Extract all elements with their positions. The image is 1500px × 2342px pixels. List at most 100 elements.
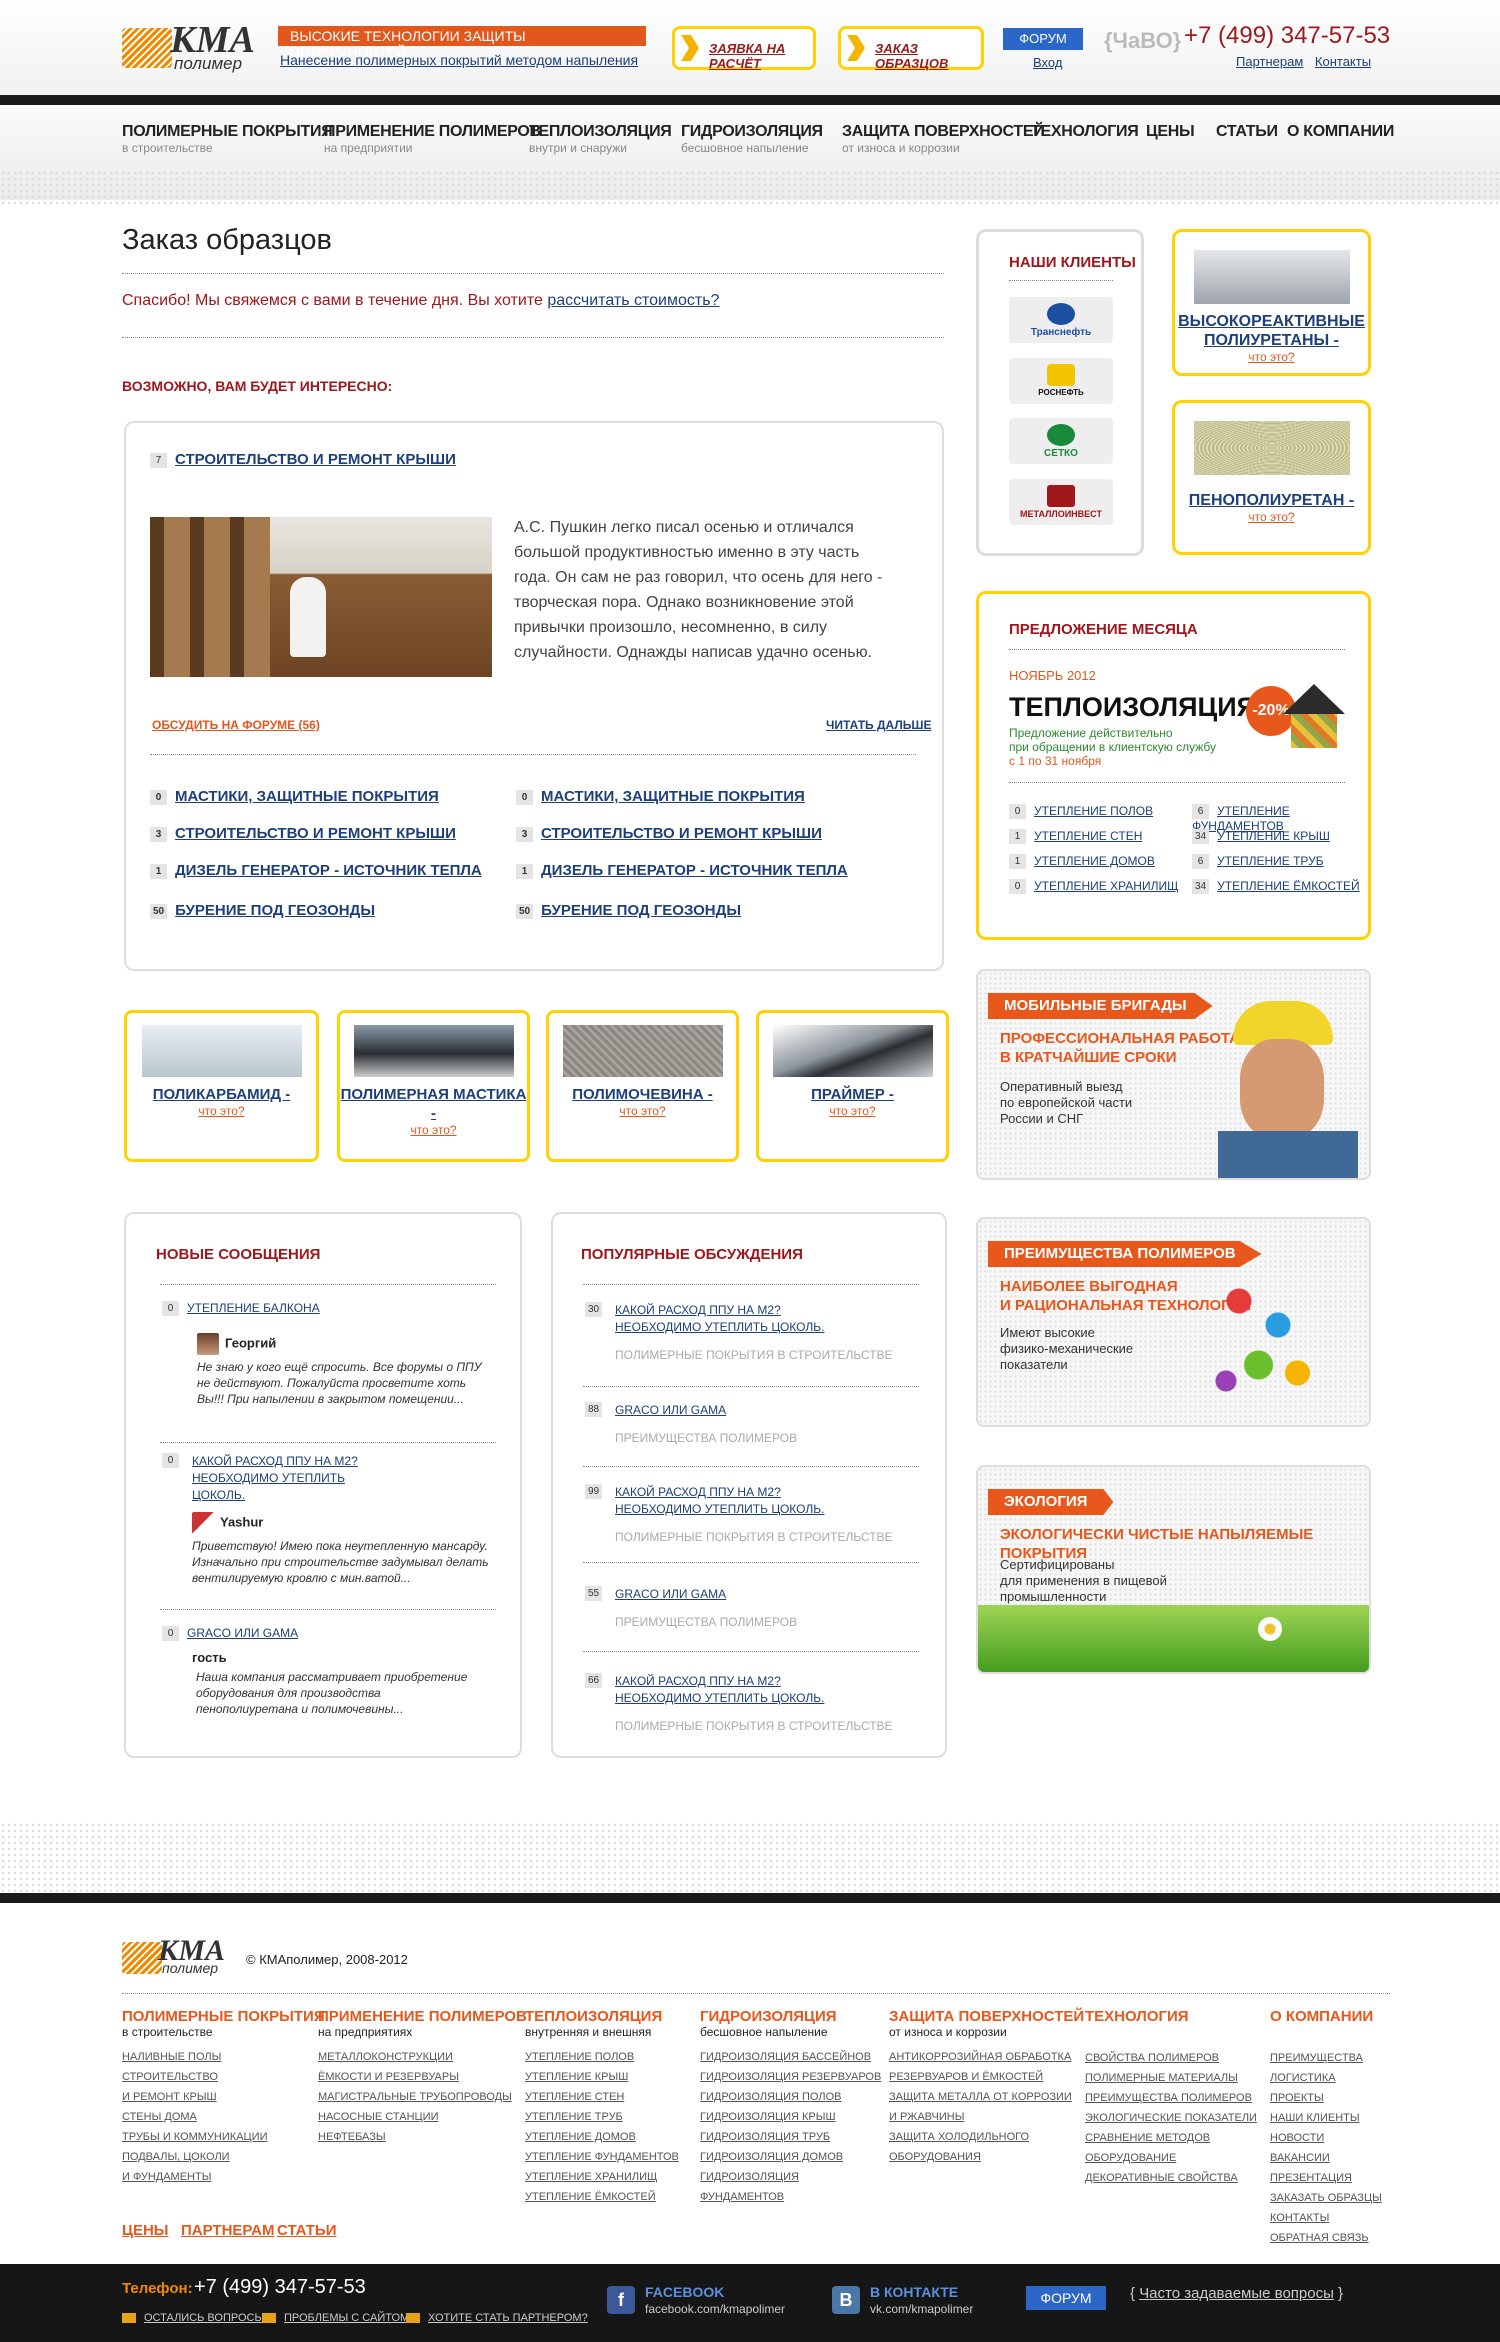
- divider: [150, 754, 916, 755]
- copyright: © КМАполимер, 2008-2012: [246, 1952, 408, 1967]
- nav-item-about[interactable]: О компании: [1287, 123, 1394, 141]
- product-card-polyurea-carbamide[interactable]: Поликарбамид - что это?: [124, 1010, 319, 1162]
- nav-item-polymer-coatings[interactable]: Полимерные покрытия в строительстве: [122, 123, 333, 155]
- footer-link-articles[interactable]: Статьи: [277, 2222, 337, 2239]
- offer-link[interactable]: 0 Утепление полов: [1009, 804, 1153, 820]
- forum-button[interactable]: ФОРУМ: [1003, 28, 1083, 50]
- offer-link[interactable]: 1 Утепление стен: [1009, 829, 1142, 845]
- topic-link[interactable]: Утепление балкона: [187, 1301, 320, 1315]
- what-is-it-link[interactable]: что это?: [549, 1104, 736, 1118]
- order-samples-button[interactable]: Заказ образцов: [838, 26, 984, 71]
- banner-ecology[interactable]: Экология Экологически чистые напыляемые …: [976, 1465, 1371, 1674]
- logo-mark-icon: [122, 1942, 162, 1974]
- what-is-it-link[interactable]: что это?: [1175, 350, 1368, 364]
- topic-link[interactable]: Какой расход ППУ на м2? Необходимо утепл…: [615, 1673, 825, 1707]
- calculate-cost-link[interactable]: рассчитать стоимость?: [547, 292, 719, 309]
- client-logo-transneft[interactable]: Транснефть: [1009, 297, 1113, 343]
- client-logo-metalloinvest[interactable]: МЕТАЛЛОИНВЕСТ: [1009, 479, 1113, 525]
- what-is-it-link[interactable]: что это?: [340, 1123, 527, 1137]
- product-card-high-reactive-pu[interactable]: Высокореактивные полиуретаны - что это?: [1172, 229, 1371, 376]
- discuss-on-forum-link[interactable]: Обсудить на форуме (56): [152, 718, 320, 732]
- topic-link[interactable]: Какой расход ППУ на м2? Необходимо утепл…: [615, 1484, 825, 1518]
- request-quote-button[interactable]: Заявка на расчёт: [672, 26, 816, 71]
- tagline-link[interactable]: Нанесение полимерных покрытий методом на…: [280, 52, 638, 68]
- topic-link[interactable]: GRACO или GAMA: [615, 1586, 915, 1603]
- category-link[interactable]: Преимущества полимеров: [615, 1431, 915, 1445]
- contacts-link[interactable]: Контакты: [1315, 54, 1371, 69]
- nav-item-surface-protection[interactable]: Защита поверхностей от износа и коррозии: [842, 123, 1045, 155]
- list-item[interactable]: 1 Дизель генератор - источник тепла: [150, 862, 482, 879]
- block-title: Наши клиенты: [1009, 254, 1136, 271]
- offer-link[interactable]: 34 Утепление крыш: [1192, 829, 1330, 845]
- client-logo-rosneft[interactable]: РОСНЕФТЬ: [1009, 358, 1113, 404]
- list-item[interactable]: 50 Бурение под геозонды: [150, 902, 375, 919]
- list-item[interactable]: 50 Бурение под геозонды: [516, 902, 741, 919]
- nav-item-technology[interactable]: Технология: [1031, 123, 1139, 141]
- thanks-message: Спасибо! Мы свяжемся с вами в течение дн…: [122, 292, 720, 309]
- what-is-it-link[interactable]: что это?: [1175, 510, 1368, 524]
- partners-link[interactable]: Партнерам: [1236, 54, 1303, 69]
- discussion-item: 66 Какой расход ППУ на м2? Необходимо уте…: [585, 1673, 915, 1733]
- faq-logo[interactable]: {ЧаВО}: [1104, 28, 1181, 54]
- list-item[interactable]: 3 Строительство и ремонт крыши: [150, 825, 456, 842]
- footer-link-prices[interactable]: Цены: [122, 2222, 168, 2239]
- banner-mobile-teams[interactable]: Мобильные бригады Профессиональная работ…: [976, 969, 1371, 1180]
- topic-link[interactable]: GRACO или GAMA: [615, 1402, 915, 1419]
- become-partner-link[interactable]: Хотите стать партнером?: [406, 2312, 588, 2324]
- product-card-polymer-mastic[interactable]: Полимерная мастика - что это?: [337, 1010, 530, 1162]
- what-is-it-link[interactable]: что это?: [127, 1104, 316, 1118]
- list-item[interactable]: 0 Мастики, защитные покрытия: [150, 788, 439, 805]
- category-link[interactable]: Полимерные покрытия в строительстве: [615, 1530, 915, 1544]
- list-item[interactable]: 0 Мастики, защитные покрытия: [516, 788, 805, 805]
- product-card-polyurea[interactable]: Полимочевина - что это?: [546, 1010, 739, 1162]
- footer-logo[interactable]: КМА полимер: [122, 1934, 232, 1978]
- house-icon: [1283, 684, 1345, 758]
- nav-item-waterproofing[interactable]: Гидроизоляция бесшовное напыление: [681, 123, 823, 155]
- header-links: Партнерам Контакты: [1228, 54, 1371, 69]
- list-item[interactable]: 3 Строительство и ремонт крыши: [516, 825, 822, 842]
- message-item: 0 Какой расход ППУ на м2? Необходимо утеп…: [162, 1453, 492, 1586]
- offer-link[interactable]: 6 Утепление труб: [1192, 854, 1324, 870]
- offer-title[interactable]: Теплоизоляция: [1009, 692, 1256, 723]
- banner-polymer-advantages[interactable]: Преимущества полимеров Наиболее выгодная…: [976, 1217, 1371, 1427]
- nav-pattern: [0, 170, 1500, 208]
- offer-link[interactable]: 34 Утепление ёмкостей: [1192, 879, 1360, 895]
- offer-link[interactable]: 0 Утепление хранилищ: [1009, 879, 1178, 895]
- site-problems-link[interactable]: Проблемы с сайтом?: [262, 2312, 415, 2324]
- what-is-it-link[interactable]: что это?: [759, 1104, 946, 1118]
- facebook-icon: f: [607, 2286, 635, 2314]
- nav-item-thermal-insulation[interactable]: Теплоизоляция внутри и снаружи: [529, 123, 672, 155]
- topic-link[interactable]: Какой расход ППУ на м2? Необходимо утепл…: [615, 1302, 825, 1336]
- client-logo-setko[interactable]: СЕТКО: [1009, 418, 1113, 464]
- product-card-primer[interactable]: Праймер - что это?: [756, 1010, 949, 1162]
- divider: [160, 1284, 496, 1285]
- nav-item-prices[interactable]: Цены: [1146, 123, 1195, 141]
- list-item[interactable]: 1 Дизель генератор - источник тепла: [516, 862, 848, 879]
- envelope-icon: [262, 2313, 276, 2324]
- header: КМА полимер ВЫСОКИЕ ТЕХНОЛОГИИ ЗАЩИТЫ ПО…: [0, 0, 1500, 95]
- faq-link[interactable]: { Часто задаваемые вопросы }: [1130, 2285, 1343, 2302]
- category-link[interactable]: Полимерные покрытия в строительстве: [615, 1348, 915, 1362]
- article-title-row: 7 Строительство и ремонт крыши: [150, 451, 456, 469]
- read-more-link[interactable]: Читать дальше: [826, 718, 931, 732]
- login-link[interactable]: Вход: [1033, 55, 1062, 70]
- article-count-badge: 7: [150, 453, 167, 469]
- site-logo[interactable]: КМА полимер: [122, 19, 262, 73]
- nav-item-polymer-usage[interactable]: Применение полимеров на предприятии: [324, 123, 541, 155]
- topic-link[interactable]: GRACO или GAMA: [187, 1626, 298, 1640]
- footer-col-usage: Применение полимеров на предприятиях Мета…: [318, 2008, 527, 2143]
- product-card-pu-foam[interactable]: Пенополиуретан - что это?: [1172, 400, 1371, 555]
- category-link[interactable]: Полимерные покрытия в строительстве: [615, 1719, 915, 1733]
- article-title-link[interactable]: Строительство и ремонт крыши: [175, 451, 456, 468]
- topic-link[interactable]: Какой расход ППУ на м2? Необходимо утепл…: [192, 1453, 392, 1504]
- product-image: [1193, 421, 1350, 475]
- clients-block: Наши клиенты Транснефть РОСНЕФТЬ СЕТКО М…: [976, 229, 1144, 556]
- divider: [583, 1562, 919, 1563]
- footer-link-partners[interactable]: Партнерам: [181, 2222, 274, 2239]
- offer-link[interactable]: 1 Утепление домов: [1009, 854, 1155, 870]
- questions-link[interactable]: Остались вопросы?: [122, 2312, 270, 2324]
- footer-forum-button[interactable]: Форум: [1026, 2286, 1106, 2310]
- chevron-right-icon: [847, 35, 865, 61]
- category-link[interactable]: Преимущества полимеров: [615, 1615, 915, 1629]
- nav-item-articles[interactable]: Статьи: [1216, 123, 1278, 141]
